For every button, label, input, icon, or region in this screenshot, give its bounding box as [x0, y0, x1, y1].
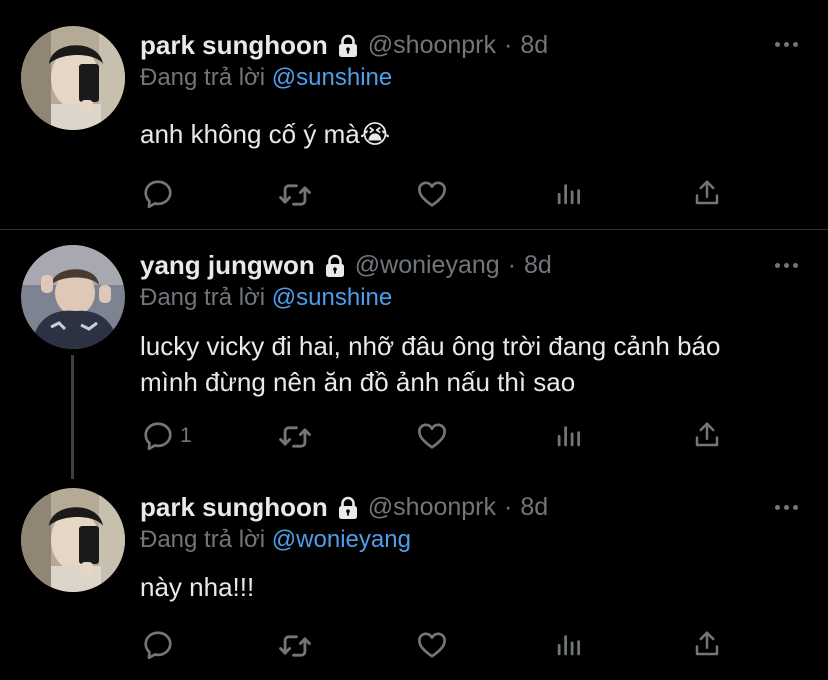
action-bar [140, 629, 740, 663]
timestamp[interactable]: 8d [524, 251, 552, 280]
views-icon [554, 420, 584, 450]
more-icon[interactable] [775, 42, 798, 47]
views-button[interactable] [554, 629, 584, 659]
share-icon [692, 420, 722, 450]
like-icon [416, 178, 448, 210]
views-icon [554, 629, 584, 659]
share-button[interactable] [692, 629, 722, 659]
share-icon [692, 629, 722, 659]
replying-to: Đang trả lời @sunshine [140, 64, 392, 92]
separator-dot: · [504, 31, 513, 59]
reply-icon [142, 178, 174, 210]
reply-button[interactable]: 1 [142, 420, 192, 452]
retweet-icon [278, 178, 312, 212]
tweet-text: lucky vicky đi hai, nhỡ đâu ông trời đan… [140, 331, 721, 397]
mention-link[interactable]: @wonieyang [272, 526, 411, 553]
lock-icon [336, 34, 360, 58]
action-bar [140, 178, 740, 212]
tweet-header: yang jungwon @wonieyang · 8d [140, 250, 828, 281]
replying-prefix: Đang trả lời [140, 526, 266, 553]
lock-icon [336, 496, 360, 520]
tweet[interactable]: park sunghoon @shoonprk · 8d Đang trả lờ… [0, 0, 828, 229]
timestamp[interactable]: 8d [520, 493, 548, 522]
separator-dot: · [504, 493, 513, 521]
tweet-text: anh không cố ý mà😭 [140, 119, 391, 149]
views-button[interactable] [554, 420, 584, 450]
replying-to: Đang trả lời @wonieyang [140, 526, 411, 554]
more-icon[interactable] [775, 263, 798, 268]
tweet-header: park sunghoon @shoonprk · 8d [140, 492, 828, 523]
like-icon [416, 420, 448, 452]
thread-line [71, 355, 74, 479]
mention-link[interactable]: @sunshine [272, 64, 392, 91]
retweet-icon [278, 420, 312, 454]
reply-button[interactable] [142, 629, 180, 661]
avatar[interactable] [21, 488, 125, 592]
views-button[interactable] [554, 178, 584, 208]
replying-prefix: Đang trả lời [140, 64, 266, 91]
like-button[interactable] [416, 420, 448, 452]
display-name[interactable]: park sunghoon [140, 30, 328, 61]
replying-prefix: Đang trả lời [140, 284, 266, 311]
like-icon [416, 629, 448, 661]
retweet-button[interactable] [278, 420, 312, 454]
share-button[interactable] [692, 178, 722, 208]
retweet-button[interactable] [278, 178, 312, 212]
share-button[interactable] [692, 420, 722, 450]
views-icon [554, 178, 584, 208]
user-handle[interactable]: @wonieyang [355, 251, 500, 280]
tweet-header: park sunghoon @shoonprk · 8d [140, 30, 828, 61]
tweet[interactable]: yang jungwon @wonieyang · 8d Đang trả lờ… [0, 230, 828, 479]
tweet[interactable]: park sunghoon @shoonprk · 8d Đang trả lờ… [0, 475, 828, 680]
reply-icon [142, 420, 174, 452]
separator-dot: · [507, 251, 517, 279]
retweet-icon [278, 629, 312, 663]
more-icon[interactable] [775, 505, 798, 510]
tweet-text: này nha!!! [140, 572, 255, 602]
user-handle[interactable]: @shoonprk [368, 31, 496, 60]
retweet-button[interactable] [278, 629, 312, 663]
reply-count: 1 [180, 424, 192, 447]
reply-icon [142, 629, 174, 661]
timestamp[interactable]: 8d [520, 31, 548, 60]
like-button[interactable] [416, 178, 448, 210]
share-icon [692, 178, 722, 208]
user-handle[interactable]: @shoonprk [368, 493, 496, 522]
avatar[interactable] [21, 26, 125, 130]
display-name[interactable]: park sunghoon [140, 492, 328, 523]
reply-button[interactable] [142, 178, 180, 210]
avatar[interactable] [21, 245, 125, 349]
lock-icon [323, 254, 347, 278]
action-bar: 1 [140, 420, 740, 454]
display-name[interactable]: yang jungwon [140, 250, 315, 281]
mention-link[interactable]: @sunshine [272, 284, 392, 311]
like-button[interactable] [416, 629, 448, 661]
replying-to: Đang trả lời @sunshine [140, 284, 392, 312]
